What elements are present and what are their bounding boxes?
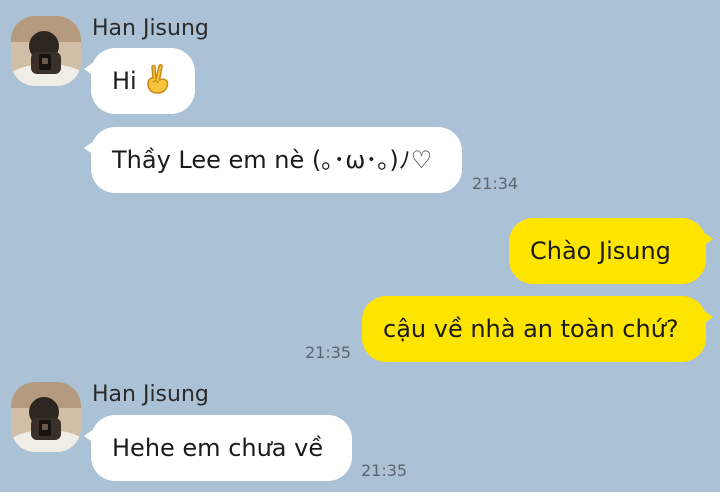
- message-timestamp: 21:35: [361, 461, 408, 480]
- message-text: Chào Jisung: [530, 237, 671, 265]
- message-text: cậu về nhà an toàn chứ?: [383, 315, 679, 343]
- sender-name: Han Jisung: [92, 382, 209, 407]
- message-bubble-outgoing[interactable]: cậu về nhà an toàn chứ?: [362, 296, 713, 362]
- sender-avatar[interactable]: [11, 382, 81, 452]
- message-bubble-outgoing[interactable]: Chào Jisung: [509, 218, 713, 284]
- sender-avatar[interactable]: [11, 16, 81, 86]
- message-timestamp: 21:34: [472, 174, 519, 193]
- message-bubble-incoming[interactable]: Hi: [84, 48, 195, 114]
- message-text: Thầy Lee em nè (｡･ω･｡)ﾉ♡: [112, 146, 433, 174]
- message-bubble-incoming[interactable]: Thầy Lee em nè (｡･ω･｡)ﾉ♡: [84, 127, 462, 193]
- victory-hand-icon: [145, 64, 171, 98]
- message-bubble-incoming[interactable]: Hehe em chưa về: [84, 415, 352, 481]
- chat-window[interactable]: Han Jisung Hi Thầy Lee em nè (｡･ω･｡)ﾉ♡ 2…: [0, 0, 720, 492]
- sender-name: Han Jisung: [92, 16, 209, 41]
- message-text: Hi: [112, 67, 137, 95]
- message-text: Hehe em chưa về: [112, 434, 324, 462]
- message-timestamp: 21:35: [305, 343, 352, 362]
